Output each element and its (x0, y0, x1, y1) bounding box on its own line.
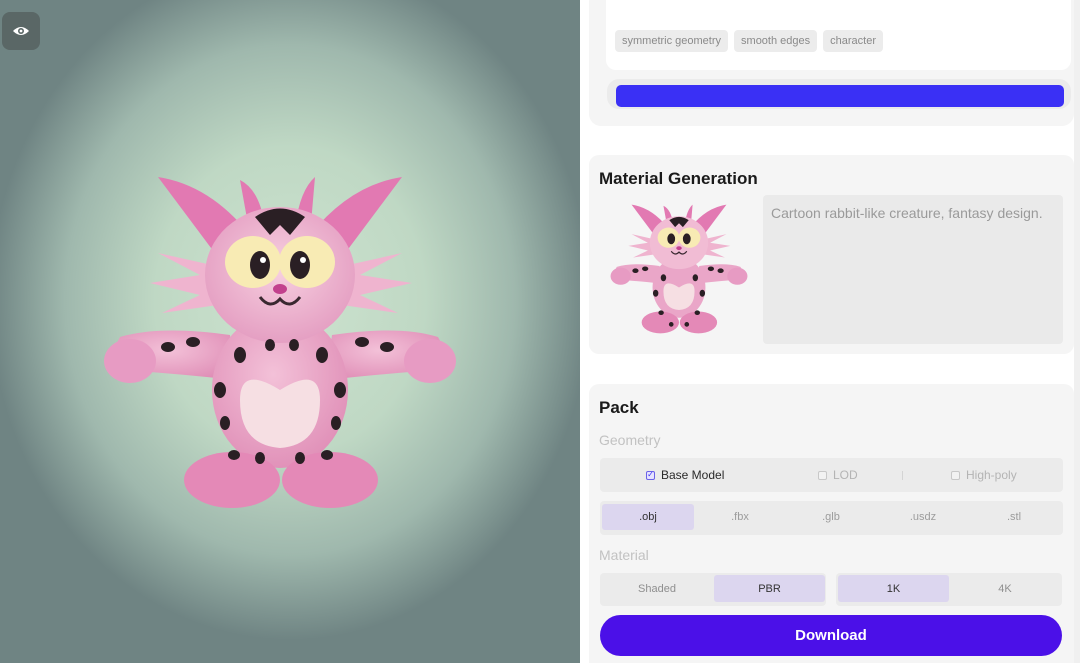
geometry-option-label: Base Model (661, 468, 725, 482)
tag-list: symmetric geometry smooth edges characte… (615, 30, 883, 52)
3d-viewport[interactable] (0, 0, 580, 663)
checkbox-checked-icon: ✓ (646, 470, 655, 480)
generation-progress-bar (607, 79, 1071, 109)
checkbox-icon (951, 470, 960, 480)
scrollbar[interactable] (1074, 0, 1080, 663)
geometry-option-label: LOD (833, 468, 858, 482)
3d-model-preview (104, 177, 456, 508)
shading-option-pbr[interactable]: PBR (714, 575, 825, 602)
tag-chip[interactable]: smooth edges (734, 30, 818, 52)
material-preview-thumbnail[interactable] (609, 197, 749, 339)
geometry-option-high-poly[interactable]: High-poly (951, 458, 1017, 492)
geometry-label: Geometry (599, 432, 661, 448)
format-selector: .obj .fbx .glb .usdz .stl (600, 501, 1063, 535)
prompt-card: symmetric geometry smooth edges characte… (589, 0, 1074, 126)
material-label: Material (599, 547, 649, 563)
pack-title: Pack (599, 398, 639, 417)
download-button[interactable]: Download (600, 615, 1062, 656)
resolution-option-1k[interactable]: 1K (838, 575, 949, 602)
format-option-usdz[interactable]: .usdz (877, 504, 969, 530)
material-description-input[interactable]: Cartoon rabbit-like creature, fantasy de… (763, 195, 1063, 344)
shading-selector: Shaded PBR (600, 573, 826, 606)
format-option-fbx[interactable]: .fbx (694, 504, 786, 530)
eye-icon (13, 27, 29, 35)
pack-card: Pack Geometry ✓ Base Model LOD High-poly… (589, 384, 1074, 663)
resolution-option-4k[interactable]: 4K (950, 575, 1060, 602)
material-generation-card: Material Generation Cartoon rabbit-like … (589, 155, 1074, 354)
geometry-option-label: High-poly (966, 468, 1017, 482)
tag-chip[interactable]: character (823, 30, 883, 52)
format-option-obj[interactable]: .obj (602, 504, 694, 530)
geometry-option-base-model[interactable]: ✓ Base Model (646, 458, 724, 492)
option-divider (902, 471, 903, 480)
shading-option-shaded[interactable]: Shaded (602, 575, 712, 602)
checkbox-icon (818, 470, 827, 480)
format-option-stl[interactable]: .stl (968, 504, 1060, 530)
generation-panel: symmetric geometry smooth edges characte… (580, 0, 1080, 663)
format-option-glb[interactable]: .glb (785, 504, 877, 530)
visibility-toggle-button[interactable] (2, 12, 40, 50)
prompt-input[interactable]: symmetric geometry smooth edges characte… (606, 0, 1071, 70)
material-generation-title: Material Generation (599, 169, 758, 188)
tag-chip[interactable]: symmetric geometry (615, 30, 729, 52)
generation-progress-fill (616, 85, 1064, 107)
geometry-options: ✓ Base Model LOD High-poly (600, 458, 1063, 492)
geometry-option-lod[interactable]: LOD (818, 458, 858, 492)
resolution-selector: 1K 4K (836, 573, 1062, 606)
